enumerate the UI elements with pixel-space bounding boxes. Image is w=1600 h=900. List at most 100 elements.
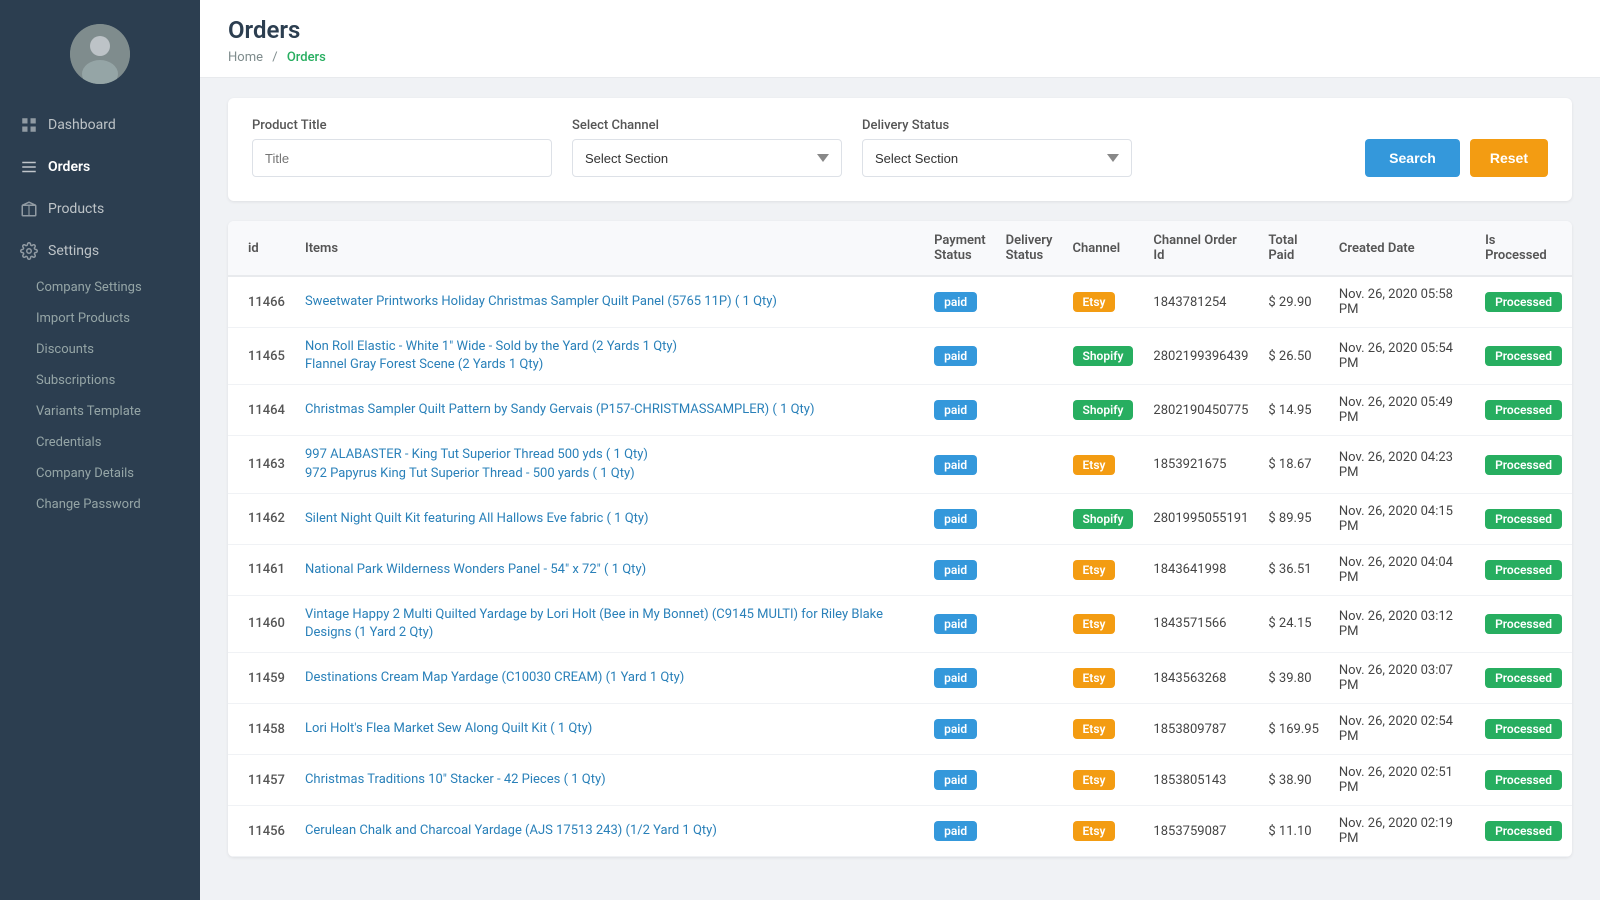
main-content: Orders Home / Orders Product Title Selec… <box>200 0 1600 900</box>
order-item-link[interactable]: 997 ALABASTER - King Tut Superior Thread… <box>305 447 648 462</box>
cell-channel-order-id: 1853805143 <box>1143 755 1258 806</box>
settings-icon <box>20 242 38 260</box>
sidebar-item-products[interactable]: Products <box>0 188 200 230</box>
cell-items: National Park Wilderness Wonders Panel -… <box>295 544 924 595</box>
cell-delivery-status <box>996 328 1063 385</box>
cell-items: Silent Night Quilt Kit featuring All Hal… <box>295 493 924 544</box>
processed-badge: Processed <box>1485 455 1562 475</box>
channel-badge: Etsy <box>1073 770 1116 790</box>
orders-table: id Items PaymentStatus DeliveryStatus Ch… <box>228 221 1572 857</box>
cell-total-paid: $ 89.95 <box>1258 493 1329 544</box>
order-item-link[interactable]: Lori Holt's Flea Market Sew Along Quilt … <box>305 721 592 736</box>
filter-row: Product Title Select Channel Select Sect… <box>252 118 1548 177</box>
channel-badge: Etsy <box>1073 668 1116 688</box>
breadcrumb-current: Orders <box>287 50 326 65</box>
cell-payment-status: paid <box>924 755 996 806</box>
cell-delivery-status <box>996 595 1063 652</box>
order-item-link[interactable]: Destinations Cream Map Yardage (C10030 C… <box>305 670 684 685</box>
table-row: 11461 National Park Wilderness Wonders P… <box>228 544 1572 595</box>
order-item-link[interactable]: Christmas Traditions 10" Stacker - 42 Pi… <box>305 772 606 787</box>
cell-delivery-status <box>996 385 1063 436</box>
cell-id: 11465 <box>228 328 295 385</box>
order-item-link[interactable]: National Park Wilderness Wonders Panel -… <box>305 562 646 577</box>
sidebar-item-products-label: Products <box>48 201 104 217</box>
cell-total-paid: $ 14.95 <box>1258 385 1329 436</box>
cell-channel: Etsy <box>1063 544 1144 595</box>
table-body: 11466 Sweetwater Printworks Holiday Chri… <box>228 276 1572 857</box>
payment-badge: paid <box>934 821 977 841</box>
sidebar-sub-credentials[interactable]: Credentials <box>0 427 200 458</box>
select-channel-label: Select Channel <box>572 118 842 133</box>
cell-delivery-status <box>996 544 1063 595</box>
cell-items: Christmas Traditions 10" Stacker - 42 Pi… <box>295 755 924 806</box>
cell-payment-status: paid <box>924 276 996 328</box>
filter-product-title: Product Title <box>252 118 552 177</box>
table-header-row: id Items PaymentStatus DeliveryStatus Ch… <box>228 221 1572 276</box>
payment-badge: paid <box>934 614 977 634</box>
processed-badge: Processed <box>1485 346 1562 366</box>
product-title-label: Product Title <box>252 118 552 133</box>
filter-actions: Search Reset <box>1365 139 1548 177</box>
cell-channel: Etsy <box>1063 436 1144 493</box>
cell-delivery-status <box>996 806 1063 857</box>
payment-badge: paid <box>934 668 977 688</box>
delivery-status-dropdown[interactable]: Select Section <box>862 139 1132 177</box>
cell-channel-order-id: 1853809787 <box>1143 704 1258 755</box>
select-channel-dropdown[interactable]: Select Section <box>572 139 842 177</box>
cell-total-paid: $ 18.67 <box>1258 436 1329 493</box>
order-item-link[interactable]: Cerulean Chalk and Charcoal Yardage (AJS… <box>305 823 717 838</box>
page-header: Orders Home / Orders <box>200 0 1600 78</box>
table-row: 11458 Lori Holt's Flea Market Sew Along … <box>228 704 1572 755</box>
sidebar-sub-company-details[interactable]: Company Details <box>0 458 200 489</box>
table-row: 11463 997 ALABASTER - King Tut Superior … <box>228 436 1572 493</box>
processed-badge: Processed <box>1485 821 1562 841</box>
col-items: Items <box>295 221 924 276</box>
cell-total-paid: $ 39.80 <box>1258 653 1329 704</box>
cell-items: Christmas Sampler Quilt Pattern by Sandy… <box>295 385 924 436</box>
order-item-link[interactable]: Christmas Sampler Quilt Pattern by Sandy… <box>305 402 815 417</box>
sidebar-sub-import-products[interactable]: Import Products <box>0 303 200 334</box>
processed-badge: Processed <box>1485 560 1562 580</box>
cell-id: 11456 <box>228 806 295 857</box>
payment-badge: paid <box>934 509 977 529</box>
sidebar-item-dashboard[interactable]: Dashboard <box>0 104 200 146</box>
channel-badge: Shopify <box>1073 509 1134 529</box>
payment-badge: paid <box>934 455 977 475</box>
sidebar-item-settings[interactable]: Settings <box>0 230 200 272</box>
sidebar-sub-subscriptions[interactable]: Subscriptions <box>0 365 200 396</box>
sidebar-sub-change-password[interactable]: Change Password <box>0 489 200 520</box>
order-item-link[interactable]: Non Roll Elastic - White 1" Wide - Sold … <box>305 339 677 354</box>
cell-created-date: Nov. 26, 2020 02:51 PM <box>1329 755 1475 806</box>
col-delivery-status: DeliveryStatus <box>996 221 1063 276</box>
cell-id: 11458 <box>228 704 295 755</box>
order-item-link[interactable]: Sweetwater Printworks Holiday Christmas … <box>305 294 777 309</box>
cell-channel: Shopify <box>1063 328 1144 385</box>
channel-badge: Shopify <box>1073 346 1134 366</box>
col-payment-status: PaymentStatus <box>924 221 996 276</box>
sidebar-sub-variants-template[interactable]: Variants Template <box>0 396 200 427</box>
search-button[interactable]: Search <box>1365 139 1460 177</box>
cell-payment-status: paid <box>924 806 996 857</box>
table-header: id Items PaymentStatus DeliveryStatus Ch… <box>228 221 1572 276</box>
order-item-link-2[interactable]: Flannel Gray Forest Scene (2 Yards 1 Qty… <box>305 357 543 372</box>
cell-payment-status: paid <box>924 653 996 704</box>
breadcrumb-home[interactable]: Home <box>228 50 263 65</box>
cell-items: Lori Holt's Flea Market Sew Along Quilt … <box>295 704 924 755</box>
page-title: Orders <box>228 16 1572 44</box>
product-title-input[interactable] <box>252 139 552 177</box>
sidebar: Dashboard Orders Products Settings Compa… <box>0 0 200 900</box>
col-created-date: Created Date <box>1329 221 1475 276</box>
cell-channel-order-id: 1843781254 <box>1143 276 1258 328</box>
order-item-link[interactable]: Silent Night Quilt Kit featuring All Hal… <box>305 511 649 526</box>
order-item-link[interactable]: Vintage Happy 2 Multi Quilted Yardage by… <box>305 607 883 640</box>
sidebar-item-orders[interactable]: Orders <box>0 146 200 188</box>
cell-total-paid: $ 36.51 <box>1258 544 1329 595</box>
sidebar-item-dashboard-label: Dashboard <box>48 117 116 133</box>
cell-created-date: Nov. 26, 2020 03:12 PM <box>1329 595 1475 652</box>
order-item-link-2[interactable]: 972 Papyrus King Tut Superior Thread - 5… <box>305 466 635 481</box>
cell-total-paid: $ 26.50 <box>1258 328 1329 385</box>
reset-button[interactable]: Reset <box>1470 139 1548 177</box>
sidebar-sub-company-settings[interactable]: Company Settings <box>0 272 200 303</box>
cell-delivery-status <box>996 493 1063 544</box>
sidebar-sub-discounts[interactable]: Discounts <box>0 334 200 365</box>
